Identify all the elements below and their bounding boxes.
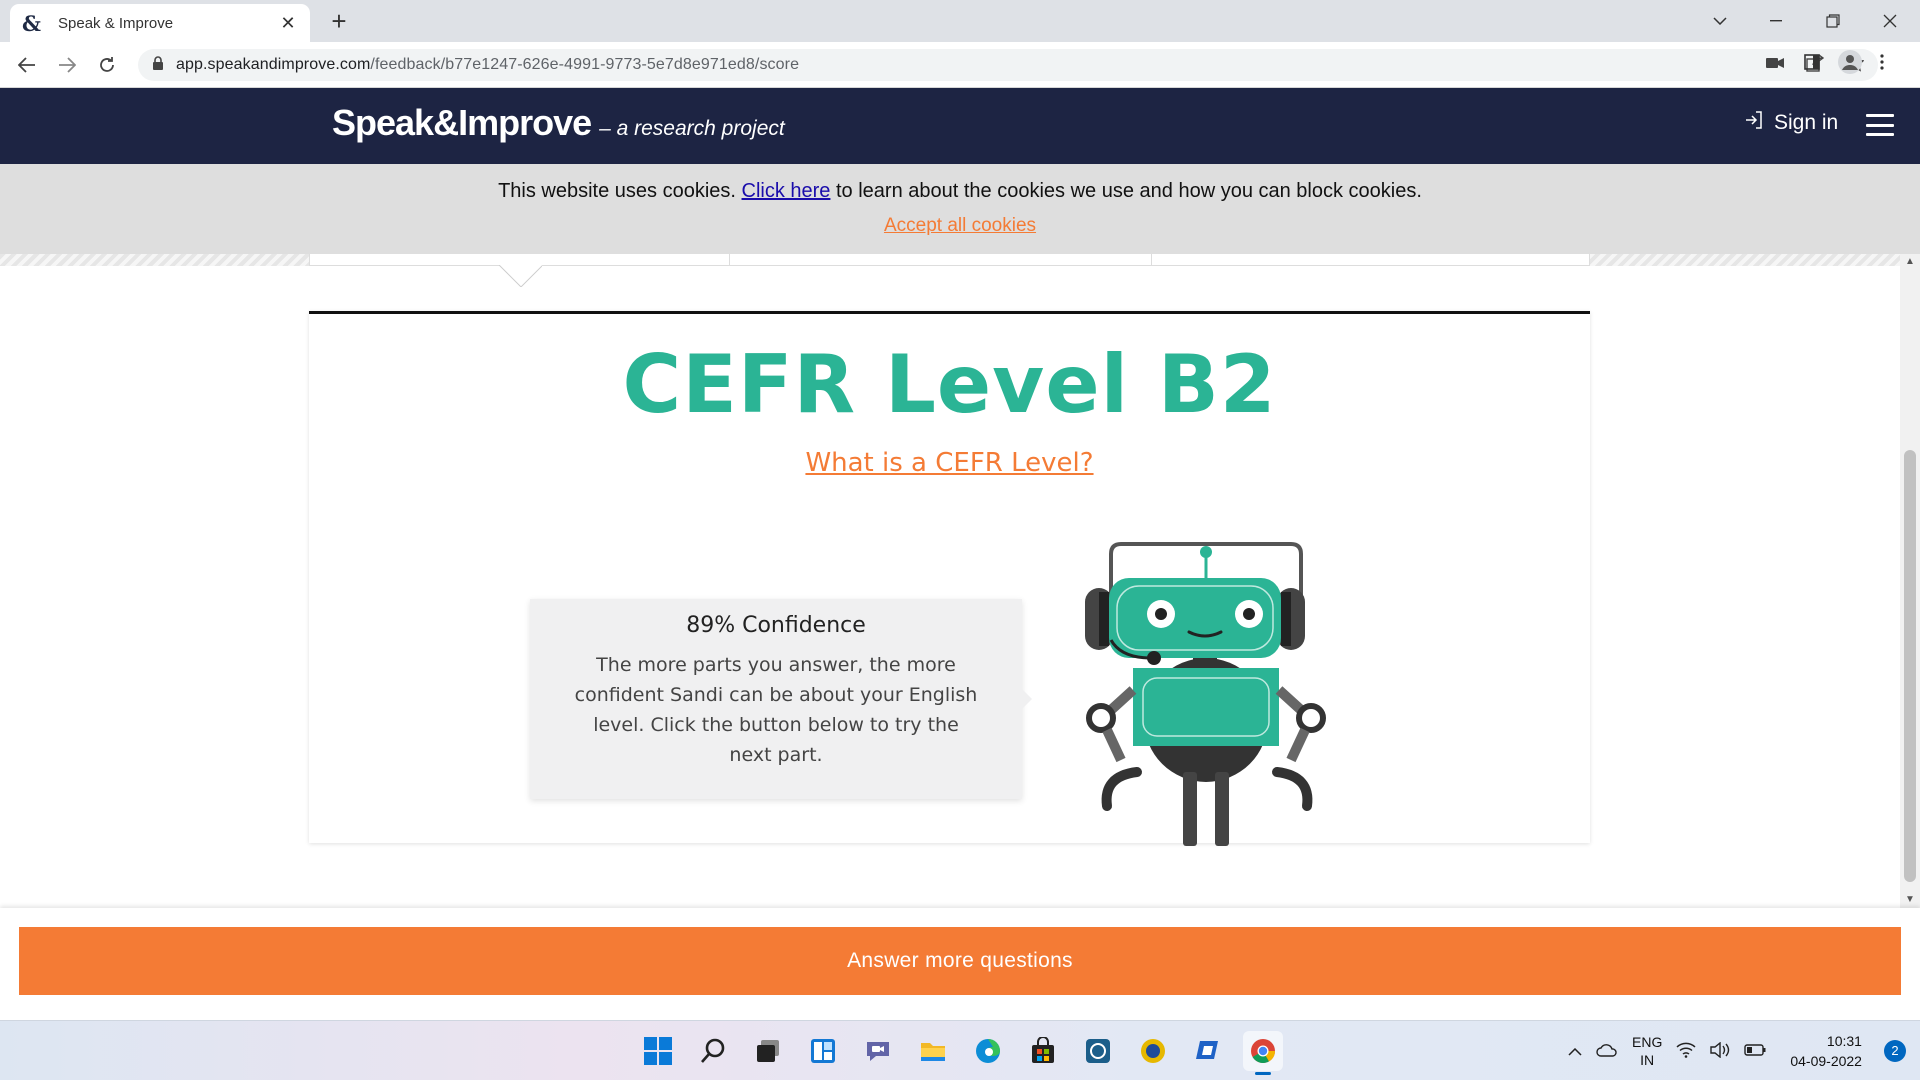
edge-browser-icon[interactable] — [968, 1031, 1008, 1071]
active-tab-pointer — [498, 265, 542, 287]
close-window-button[interactable] — [1870, 6, 1910, 36]
quick-assist-icon[interactable] — [1188, 1031, 1228, 1071]
lang-code: ENG — [1632, 1034, 1663, 1050]
browser-tab[interactable]: & Speak & Improve ✕ — [10, 4, 310, 42]
answer-more-questions-button[interactable]: Answer more questions — [19, 927, 1901, 995]
brand-tagline: – a research project — [599, 117, 785, 140]
microsoft-store-icon[interactable] — [1023, 1031, 1063, 1071]
dell-app-icon[interactable] — [1078, 1031, 1118, 1071]
scrollbar-thumb[interactable] — [1904, 450, 1916, 882]
site-header: Speak&Improve – a research project Sign … — [0, 88, 1920, 164]
onedrive-cloud-icon[interactable] — [1596, 1043, 1618, 1060]
input-language-indicator[interactable]: ENG IN — [1632, 1033, 1662, 1069]
scroll-up-arrow-icon[interactable]: ▲ — [1900, 254, 1920, 270]
score-card: CEFR Level B2 What is a CEFR Level? 89% … — [309, 311, 1590, 846]
confidence-bubble: 89% Confidence The more parts you answer… — [530, 599, 1032, 799]
brand-logo[interactable]: Speak&Improve – a research project — [332, 102, 785, 144]
windows-start-icon[interactable] — [638, 1031, 678, 1071]
miktex-app-icon[interactable] — [1133, 1031, 1173, 1071]
system-clock[interactable]: 10:31 04-09-2022 — [1790, 1031, 1862, 1071]
page-scrollbar[interactable]: ▲ ▼ — [1900, 254, 1920, 908]
profile-avatar-icon[interactable] — [1838, 50, 1862, 79]
cookie-info-link[interactable]: Click here — [742, 180, 831, 202]
windows-taskbar: ENG IN 10:31 04-09-2022 2 — [0, 1020, 1920, 1080]
robot-mascot-icon — [1085, 542, 1326, 846]
tab-divider — [1151, 254, 1152, 266]
browser-tab-bar: & Speak & Improve ✕ + — [0, 0, 1920, 42]
cookie-message: This website uses cookies. Click here to… — [0, 180, 1920, 203]
sign-in-link[interactable]: Sign in — [1744, 110, 1838, 136]
sign-in-icon — [1744, 110, 1764, 136]
battery-icon[interactable] — [1744, 1043, 1766, 1059]
score-content: CEFR Level B2 What is a CEFR Level? 89% … — [0, 254, 1900, 908]
cookie-rest-text: to learn about the cookies we use and ho… — [830, 180, 1422, 202]
confidence-title: 89% Confidence — [686, 613, 866, 638]
brand-name: Speak&Improve — [332, 102, 592, 143]
minimize-button[interactable] — [1756, 6, 1796, 36]
site-favicon-icon: & — [22, 10, 41, 36]
accept-cookies-link[interactable]: Accept all cookies — [884, 215, 1036, 237]
wifi-icon[interactable] — [1676, 1042, 1696, 1061]
tab-close-icon[interactable]: ✕ — [278, 13, 298, 34]
cookie-banner: This website uses cookies. Click here to… — [0, 164, 1920, 254]
teams-chat-icon[interactable] — [858, 1031, 898, 1071]
lang-region: IN — [1640, 1052, 1655, 1068]
task-view-icon[interactable] — [748, 1031, 788, 1071]
tab-search-chevron-icon[interactable] — [1700, 6, 1740, 36]
tab-title: Speak & Improve — [58, 14, 174, 32]
notification-badge[interactable]: 2 — [1883, 1040, 1906, 1062]
sign-in-label: Sign in — [1774, 111, 1839, 134]
lock-icon — [152, 55, 164, 75]
cookie-lead: This website uses cookies. — [498, 180, 736, 202]
address-bar-row: app.speakandimprove.com/feedback/b77e124… — [0, 42, 1920, 88]
cefr-level-heading: CEFR Level B2 — [622, 338, 1277, 431]
show-hidden-icons-chevron-icon[interactable] — [1568, 1043, 1582, 1059]
camera-icon[interactable] — [1766, 56, 1784, 74]
file-explorer-icon[interactable] — [913, 1031, 953, 1071]
url-omnibox[interactable]: app.speakandimprove.com/feedback/b77e124… — [138, 49, 1878, 81]
section-tabs-strip — [0, 254, 1900, 266]
clock-time: 10:31 — [1826, 1033, 1862, 1049]
system-tray: ENG IN 10:31 04-09-2022 2 — [1568, 1021, 1906, 1080]
browser-menu-icon[interactable] — [1880, 54, 1884, 75]
url-host: app.speakandimprove.com — [176, 56, 371, 73]
widgets-icon[interactable] — [803, 1031, 843, 1071]
back-button[interactable] — [12, 50, 42, 80]
bottom-action-bar: Answer more questions — [0, 908, 1920, 1020]
side-panel-icon[interactable] — [1804, 54, 1820, 75]
what-is-cefr-link[interactable]: What is a CEFR Level? — [309, 448, 1590, 478]
new-tab-button[interactable]: + — [324, 6, 354, 36]
confidence-text: The more parts you answer, the more conf… — [574, 654, 978, 766]
tab-divider — [729, 254, 730, 266]
chrome-icon[interactable] — [1243, 1031, 1283, 1075]
reload-button[interactable] — [92, 50, 122, 80]
url-text: app.speakandimprove.com/feedback/b77e124… — [176, 56, 799, 74]
search-icon[interactable] — [693, 1031, 733, 1071]
restore-button[interactable] — [1813, 6, 1853, 36]
url-path: /feedback/b77e1247-626e-4991-9773-5e7d8e… — [370, 56, 800, 73]
hamburger-menu-icon[interactable] — [1866, 114, 1894, 136]
forward-button[interactable] — [52, 50, 82, 80]
clock-date: 04-09-2022 — [1790, 1053, 1862, 1069]
scroll-down-arrow-icon[interactable]: ▼ — [1900, 892, 1920, 908]
volume-icon[interactable] — [1710, 1041, 1730, 1061]
